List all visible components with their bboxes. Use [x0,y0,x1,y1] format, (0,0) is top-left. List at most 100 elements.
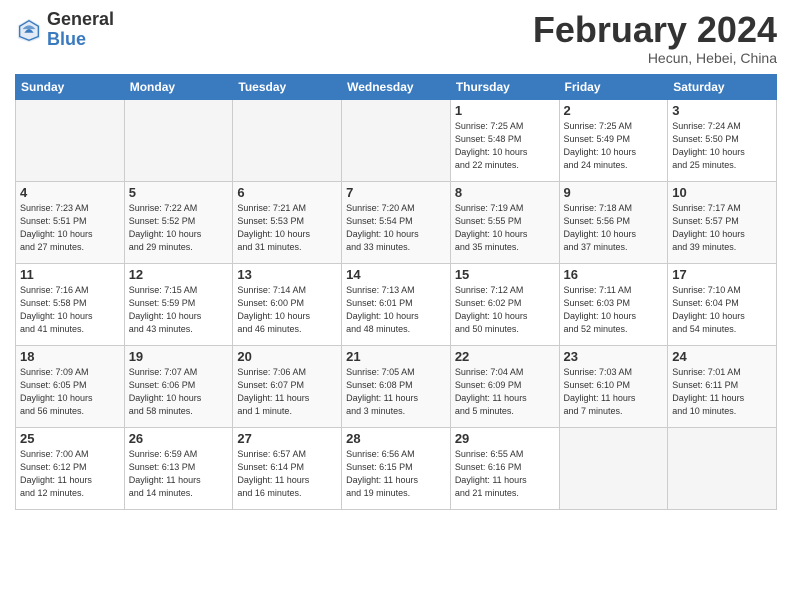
day-number: 24 [672,349,772,364]
calendar-cell: 9Sunrise: 7:18 AM Sunset: 5:56 PM Daylig… [559,181,668,263]
day-info: Sunrise: 7:11 AM Sunset: 6:03 PM Dayligh… [564,284,664,336]
day-number: 25 [20,431,120,446]
day-info: Sunrise: 7:07 AM Sunset: 6:06 PM Dayligh… [129,366,229,418]
calendar-cell: 22 Sunrise: 7:04 AM Sunset: 6:09 PM Dayli… [450,345,559,427]
day-number: 4 [20,185,120,200]
day-number: 17 [672,267,772,282]
month-title: February 2024 [533,10,777,50]
day-info: Sunrise: 7:25 AM Sunset: 5:48 PM Dayligh… [455,120,555,172]
day-number: 22 [455,349,555,364]
day-number: 6 [237,185,337,200]
calendar-cell: 13 Sunrise: 7:14 AM Sunset: 6:00 PM Dayli… [233,263,342,345]
day-info: Sunrise: 7:12 AM Sunset: 6:02 PM Dayligh… [455,284,555,336]
calendar-cell: 10 Sunrise: 7:17 AM Sunset: 5:57 PM Dayli… [668,181,777,263]
day-info: Sunrise: 7:00 AM Sunset: 6:12 PM Dayligh… [20,448,120,500]
calendar-cell: 28 Sunrise: 6:56 AM Sunset: 6:15 PM Dayli… [342,427,451,509]
day-number: 3 [672,103,772,118]
day-info: Sunrise: 6:59 AM Sunset: 6:13 PM Dayligh… [129,448,229,500]
col-header-thursday: Thursday [450,74,559,99]
day-number: 10 [672,185,772,200]
logo-text: General Blue [47,10,114,50]
logo: General Blue [15,10,114,50]
week-row-2: 11Sunrise: 7:16 AM Sunset: 5:58 PM Dayli… [16,263,777,345]
calendar-cell: 4 Sunrise: 7:23 AM Sunset: 5:51 PM Daylig… [16,181,125,263]
day-info: Sunrise: 7:04 AM Sunset: 6:09 PM Dayligh… [455,366,555,418]
day-info: Sunrise: 7:15 AM Sunset: 5:59 PM Dayligh… [129,284,229,336]
calendar-cell: 29 Sunrise: 6:55 AM Sunset: 6:16 PM Dayli… [450,427,559,509]
day-number: 27 [237,431,337,446]
col-header-monday: Monday [124,74,233,99]
day-number: 29 [455,431,555,446]
day-info: Sunrise: 7:05 AM Sunset: 6:08 PM Dayligh… [346,366,446,418]
calendar-cell: 19 Sunrise: 7:07 AM Sunset: 6:06 PM Dayli… [124,345,233,427]
calendar-cell: 14 Sunrise: 7:13 AM Sunset: 6:01 PM Dayli… [342,263,451,345]
day-info: Sunrise: 7:03 AM Sunset: 6:10 PM Dayligh… [564,366,664,418]
week-row-4: 25 Sunrise: 7:00 AM Sunset: 6:12 PM Dayli… [16,427,777,509]
day-number: 2 [564,103,664,118]
day-number: 11 [20,267,120,282]
day-info: Sunrise: 6:56 AM Sunset: 6:15 PM Dayligh… [346,448,446,500]
calendar-cell: 1 Sunrise: 7:25 AM Sunset: 5:48 PM Daylig… [450,99,559,181]
week-row-1: 4 Sunrise: 7:23 AM Sunset: 5:51 PM Daylig… [16,181,777,263]
day-info: Sunrise: 7:20 AM Sunset: 5:54 PM Dayligh… [346,202,446,254]
day-number: 13 [237,267,337,282]
calendar-cell: 23 Sunrise: 7:03 AM Sunset: 6:10 PM Dayli… [559,345,668,427]
day-info: Sunrise: 7:24 AM Sunset: 5:50 PM Dayligh… [672,120,772,172]
col-header-saturday: Saturday [668,74,777,99]
day-number: 12 [129,267,229,282]
day-info: Sunrise: 7:17 AM Sunset: 5:57 PM Dayligh… [672,202,772,254]
day-number: 23 [564,349,664,364]
calendar-cell: 17 Sunrise: 7:10 AM Sunset: 6:04 PM Dayli… [668,263,777,345]
calendar-cell: 27 Sunrise: 6:57 AM Sunset: 6:14 PM Dayli… [233,427,342,509]
day-info: Sunrise: 7:14 AM Sunset: 6:00 PM Dayligh… [237,284,337,336]
day-number: 15 [455,267,555,282]
week-row-3: 18Sunrise: 7:09 AM Sunset: 6:05 PM Dayli… [16,345,777,427]
day-number: 7 [346,185,446,200]
calendar-cell [342,99,451,181]
calendar-cell: 2 Sunrise: 7:25 AM Sunset: 5:49 PM Daylig… [559,99,668,181]
day-info: Sunrise: 6:55 AM Sunset: 6:16 PM Dayligh… [455,448,555,500]
col-header-sunday: Sunday [16,74,125,99]
calendar-cell: 21 Sunrise: 7:05 AM Sunset: 6:08 PM Dayli… [342,345,451,427]
logo-blue: Blue [47,30,114,50]
location: Hecun, Hebei, China [533,50,777,66]
day-info: Sunrise: 7:21 AM Sunset: 5:53 PM Dayligh… [237,202,337,254]
calendar-cell: 26 Sunrise: 6:59 AM Sunset: 6:13 PM Dayli… [124,427,233,509]
col-header-friday: Friday [559,74,668,99]
calendar-cell: 11Sunrise: 7:16 AM Sunset: 5:58 PM Dayli… [16,263,125,345]
day-number: 19 [129,349,229,364]
day-info: Sunrise: 7:19 AM Sunset: 5:55 PM Dayligh… [455,202,555,254]
day-info: Sunrise: 7:06 AM Sunset: 6:07 PM Dayligh… [237,366,337,418]
day-number: 26 [129,431,229,446]
day-number: 20 [237,349,337,364]
day-info: Sunrise: 7:10 AM Sunset: 6:04 PM Dayligh… [672,284,772,336]
calendar-cell: 8Sunrise: 7:19 AM Sunset: 5:55 PM Daylig… [450,181,559,263]
day-number: 28 [346,431,446,446]
day-info: Sunrise: 7:09 AM Sunset: 6:05 PM Dayligh… [20,366,120,418]
main-container: General Blue February 2024 Hecun, Hebei,… [0,0,792,515]
day-info: Sunrise: 7:23 AM Sunset: 5:51 PM Dayligh… [20,202,120,254]
day-info: Sunrise: 7:22 AM Sunset: 5:52 PM Dayligh… [129,202,229,254]
day-number: 1 [455,103,555,118]
calendar-cell: 25 Sunrise: 7:00 AM Sunset: 6:12 PM Dayli… [16,427,125,509]
day-number: 21 [346,349,446,364]
day-info: Sunrise: 7:01 AM Sunset: 6:11 PM Dayligh… [672,366,772,418]
week-row-0: 1 Sunrise: 7:25 AM Sunset: 5:48 PM Daylig… [16,99,777,181]
calendar-cell: 12 Sunrise: 7:15 AM Sunset: 5:59 PM Dayli… [124,263,233,345]
calendar-cell: 3 Sunrise: 7:24 AM Sunset: 5:50 PM Daylig… [668,99,777,181]
calendar-table: SundayMondayTuesdayWednesdayThursdayFrid… [15,74,777,510]
calendar-cell: 18Sunrise: 7:09 AM Sunset: 6:05 PM Dayli… [16,345,125,427]
logo-icon [15,16,43,44]
day-info: Sunrise: 7:25 AM Sunset: 5:49 PM Dayligh… [564,120,664,172]
day-info: Sunrise: 7:13 AM Sunset: 6:01 PM Dayligh… [346,284,446,336]
calendar-cell [668,427,777,509]
header-row: SundayMondayTuesdayWednesdayThursdayFrid… [16,74,777,99]
day-number: 14 [346,267,446,282]
day-info: Sunrise: 6:57 AM Sunset: 6:14 PM Dayligh… [237,448,337,500]
calendar-cell [124,99,233,181]
calendar-cell: 6 Sunrise: 7:21 AM Sunset: 5:53 PM Daylig… [233,181,342,263]
calendar-cell: 20 Sunrise: 7:06 AM Sunset: 6:07 PM Dayli… [233,345,342,427]
day-number: 9 [564,185,664,200]
calendar-cell [233,99,342,181]
calendar-cell: 5Sunrise: 7:22 AM Sunset: 5:52 PM Daylig… [124,181,233,263]
